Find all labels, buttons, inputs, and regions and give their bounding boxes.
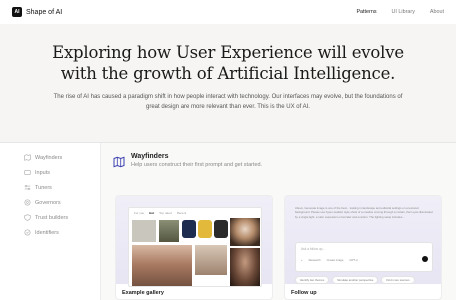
main-nav: Patterns UI Library About	[356, 9, 444, 15]
sidebar-item-label: Governors	[35, 199, 61, 206]
section-title: Wayfinders	[131, 153, 169, 160]
sidebar-item-inputs[interactable]: Inputs	[24, 165, 104, 180]
chat-tools: + Research Create image GPT-4	[301, 258, 358, 262]
hero-subtitle: The rise of AI has caused a paradigm shi…	[53, 94, 403, 110]
send-icon	[422, 256, 428, 262]
sidebar-item-label: Tuners	[35, 184, 52, 191]
sidebar-item-label: Identifiers	[35, 229, 59, 236]
section-description: Help users construct their first prompt …	[131, 162, 263, 168]
tuner-icon	[24, 184, 31, 191]
gallery-tab: Top rated	[159, 211, 172, 215]
pattern-content: Wayfinders Help users construct their fi…	[100, 143, 456, 300]
card-title: Follow up	[291, 290, 317, 296]
sidebar-item-governors[interactable]: Governors	[24, 195, 104, 210]
sidebar-item-tuners[interactable]: Tuners	[24, 180, 104, 195]
sidebar-item-label: Wayfinders	[35, 154, 63, 161]
chat-tool: +	[301, 258, 303, 262]
gallery-image	[132, 220, 156, 242]
card-preview: Above, Generate image is one of the best…	[285, 196, 441, 284]
gallery-tab: Recent	[176, 211, 187, 215]
chat-input-box: Ask a follow up... + Research Create ima…	[295, 242, 433, 272]
sidebar-item-label: Inputs	[35, 169, 50, 176]
card-example-gallery[interactable]: For you Hot Top rated Recent Example gal…	[115, 195, 273, 300]
hero-title: Exploring how User Experience will evolv…	[52, 43, 404, 83]
nav-about[interactable]: About	[430, 9, 444, 15]
gallery-tabs: For you Hot Top rated Recent	[129, 208, 261, 218]
gallery-mock-window: For you Hot Top rated Recent	[128, 207, 262, 287]
gallery-image	[230, 218, 260, 246]
card-follow-up[interactable]: Above, Generate image is one of the best…	[284, 195, 442, 300]
logo-text[interactable]: Shape of AI	[26, 9, 62, 16]
suggestion-chip: Simulate another perspective	[332, 276, 379, 284]
chat-placeholder: Ask a follow up...	[301, 247, 326, 251]
sidebar-item-wayfinders[interactable]: Wayfinders	[24, 150, 104, 165]
chat-response-text: Above, Generate image is one of the best…	[295, 206, 433, 219]
gallery-image	[195, 245, 227, 275]
gallery-tab: Hot	[149, 211, 155, 215]
card-preview: For you Hot Top rated Recent	[116, 196, 272, 287]
logo-icon[interactable]: AI	[12, 7, 22, 17]
map-icon	[113, 155, 125, 168]
hero-section: Exploring how User Experience will evolv…	[0, 24, 456, 142]
nav-patterns[interactable]: Patterns	[356, 9, 376, 15]
sidebar-item-label: Trust builders	[35, 214, 69, 221]
pattern-sidebar: Wayfinders Inputs Tuners Governors Trust…	[24, 150, 104, 240]
chat-tool: Research	[308, 258, 321, 262]
top-header: AI Shape of AI Patterns UI Library About	[0, 0, 456, 24]
governor-icon	[24, 199, 31, 206]
sidebar-item-trust-builders[interactable]: Trust builders	[24, 210, 104, 225]
gallery-image	[198, 220, 212, 238]
suggestion-chip: Identify two themes	[295, 276, 330, 284]
suggestion-chips: Identify two themes Simulate another per…	[295, 276, 415, 284]
chat-tool: Create image	[326, 258, 344, 262]
shield-icon	[24, 214, 31, 221]
gallery-image	[214, 220, 228, 238]
card-title: Example gallery	[122, 290, 164, 296]
input-icon	[24, 169, 31, 176]
section-header: Wayfinders Help users construct their fi…	[113, 153, 262, 168]
gallery-image	[159, 220, 179, 242]
nav-ui-library[interactable]: UI Library	[392, 9, 415, 15]
gallery-image	[182, 220, 196, 238]
gallery-image	[230, 248, 260, 286]
sidebar-item-identifiers[interactable]: Identifiers	[24, 225, 104, 240]
identifier-icon	[24, 229, 31, 236]
gallery-image	[132, 245, 192, 286]
map-icon	[24, 154, 31, 161]
chat-tool: GPT-4	[349, 258, 358, 262]
suggestion-chip: Find more sources	[381, 276, 415, 284]
gallery-tab: For you	[134, 211, 145, 215]
